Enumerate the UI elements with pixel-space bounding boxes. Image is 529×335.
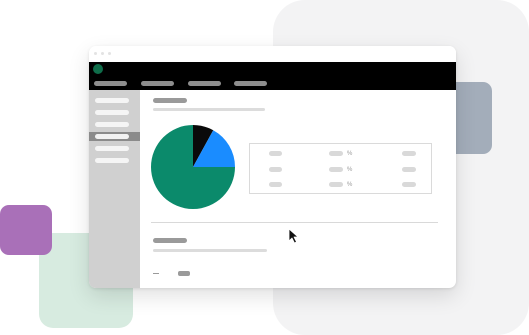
window-dot-close[interactable] xyxy=(94,52,97,55)
percent-symbol: % xyxy=(347,167,353,173)
table-cell xyxy=(269,151,282,156)
table-cell xyxy=(329,151,343,156)
nav-item-4[interactable] xyxy=(234,81,267,86)
table-cell xyxy=(269,182,282,187)
percent-symbol: % xyxy=(347,182,353,188)
decorative-purple-tile xyxy=(0,205,52,255)
section-title-placeholder xyxy=(153,98,187,103)
table-cell xyxy=(329,167,343,172)
section-subtitle-placeholder xyxy=(153,108,265,111)
dash-mark xyxy=(153,273,159,274)
sidebar xyxy=(89,90,140,288)
small-button-placeholder[interactable] xyxy=(178,271,190,276)
pie-chart xyxy=(151,125,235,209)
sidebar-item-2[interactable] xyxy=(95,110,129,115)
app-window: % % % xyxy=(89,46,456,288)
table-cell xyxy=(402,167,416,172)
table-cell xyxy=(402,151,416,156)
window-dot-maximize[interactable] xyxy=(108,52,111,55)
sidebar-item-3[interactable] xyxy=(95,122,129,127)
section-subtitle-placeholder-2 xyxy=(153,249,267,252)
sidebar-item-5[interactable] xyxy=(95,146,129,151)
nav-item-1[interactable] xyxy=(94,81,127,86)
table-cell xyxy=(329,182,343,187)
nav-item-2[interactable] xyxy=(141,81,174,86)
sidebar-item-active-label xyxy=(95,134,129,139)
window-chrome xyxy=(89,46,456,62)
table-cell xyxy=(269,167,282,172)
window-dot-minimize[interactable] xyxy=(101,52,104,55)
sidebar-item-6[interactable] xyxy=(95,158,129,163)
app-header-bar xyxy=(89,62,456,76)
app-logo-icon[interactable] xyxy=(93,64,103,74)
table-cell xyxy=(402,182,416,187)
mouse-pointer-icon xyxy=(288,228,299,244)
section-title-placeholder-2 xyxy=(153,238,187,243)
sidebar-item-1[interactable] xyxy=(95,98,129,103)
nav-item-3[interactable] xyxy=(188,81,221,86)
content-divider xyxy=(151,222,438,223)
percent-symbol: % xyxy=(347,151,353,157)
